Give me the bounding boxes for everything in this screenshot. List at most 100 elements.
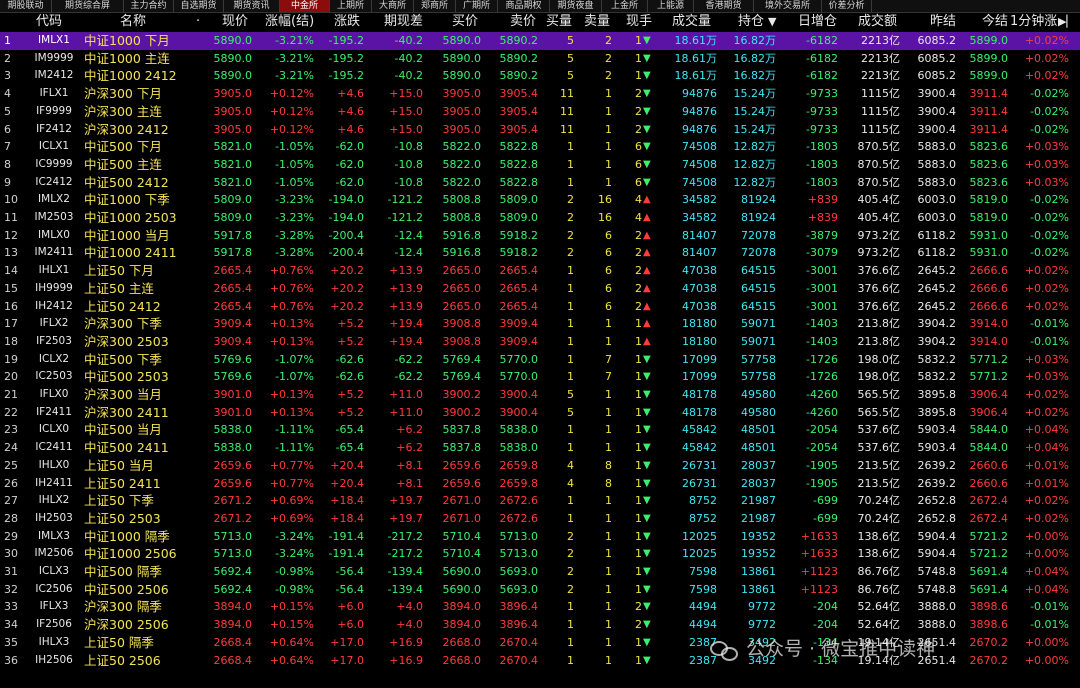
table-row[interactable]: 28 IH2503 上证50 2503 2671.2 +0.69% +18.4 +19.7 2… — [0, 510, 1080, 528]
header-code[interactable]: 代码 — [36, 13, 80, 31]
tab-2[interactable]: 主力合约 — [124, 0, 174, 12]
table-row[interactable]: 27 IHLX2 上证50 下季 2671.2 +0.69% +18.4 +19.7 2671… — [0, 492, 1080, 510]
table-row[interactable]: 22 IF2411 沪深300 2411 3901.0 +0.13% +5.2 +11.0 3… — [0, 404, 1080, 422]
tab-0[interactable]: 期股联动 — [0, 0, 52, 12]
header-pct[interactable]: 涨幅(结) — [265, 13, 317, 31]
cell-av: 16 — [598, 211, 612, 224]
tab-3[interactable]: 自选期货 — [174, 0, 224, 12]
table-row[interactable]: 13 IM2411 中证1000 2411 5917.8 -3.28% -200.4 -12… — [0, 244, 1080, 262]
table-row[interactable]: 6 IF2412 沪深300 2412 3905.0 +0.12% +4.6 +15.0 39… — [0, 121, 1080, 139]
cell-amt: 1115亿 — [861, 122, 900, 136]
header-chg[interactable]: 涨跌 — [334, 13, 366, 31]
table-row[interactable]: 17 IFLX2 沪深300 下季 3909.4 +0.13% +5.2 +19.4 3908… — [0, 315, 1080, 333]
table-row[interactable]: 26 IH2411 上证50 2411 2659.6 +0.77% +20.4 +8.1 26… — [0, 475, 1080, 493]
cell-oi: 12.82万 — [733, 157, 777, 171]
tab-1[interactable]: 期货综合屏 — [52, 0, 124, 12]
cell-m1: +0.01% — [1024, 458, 1069, 472]
header-ask[interactable]: 卖价 — [510, 13, 542, 31]
contract-code: IH2411 — [35, 476, 73, 489]
contract-code: IFLX1 — [39, 87, 69, 100]
cell-m1: +0.04% — [1024, 582, 1069, 596]
header-oichg[interactable]: 日增仓 — [798, 13, 840, 31]
table-row[interactable]: 8 IC9999 中证500 主连 5821.0 -1.05% -62.0 -10.8 582… — [0, 156, 1080, 174]
header-bidvol[interactable]: 买量 — [546, 13, 576, 31]
table-row[interactable]: 2 IM9999 中证1000 主连 5890.0 -3.21% -195.2 -40.2 5… — [0, 50, 1080, 68]
header-price[interactable]: 现价 — [222, 13, 256, 31]
cell-bid: 2659.6 — [442, 458, 482, 472]
cell-amt: 565.5亿 — [857, 405, 901, 419]
sort-desc-icon[interactable]: ▼ — [768, 13, 780, 31]
cell-price: 3905.0 — [213, 104, 253, 118]
table-row[interactable]: 3 IM2412 中证1000 2412 5890.0 -3.21% -195.2 -40.… — [0, 67, 1080, 85]
header-min1[interactable]: 1分钟涨 — [1010, 13, 1058, 31]
header-last[interactable]: 现手 — [626, 13, 656, 31]
table-row[interactable]: 33 IFLX3 沪深300 隔季 3894.0 +0.15% +6.0 +4.0 3894.… — [0, 598, 1080, 616]
header-prev[interactable]: 昨结 — [930, 13, 960, 31]
table-row[interactable]: 14 IHLX1 上证50 下月 2665.4 +0.76% +20.2 +13.9 2665… — [0, 262, 1080, 280]
tab-10[interactable]: 商品期权 — [498, 0, 550, 12]
header-askvol[interactable]: 卖量 — [584, 13, 614, 31]
cell-pct: +0.13% — [269, 405, 314, 419]
tab-16[interactable]: 价差分析 — [822, 0, 872, 12]
tab-5[interactable]: 中金所 — [280, 0, 330, 12]
tab-7[interactable]: 大商所 — [372, 0, 414, 12]
tab-12[interactable]: 上金所 — [602, 0, 648, 12]
table-row[interactable]: 18 IF2503 沪深300 2503 3909.4 +0.13% +5.2 +19.4 3… — [0, 333, 1080, 351]
table-row[interactable]: 4 IFLX1 沪深300 下月 3905.0 +0.12% +4.6 +15.0 3905.… — [0, 85, 1080, 103]
table-row[interactable]: 16 IH2412 上证50 2412 2665.4 +0.76% +20.2 +13.9 2… — [0, 298, 1080, 316]
cell-chg: +20.2 — [330, 281, 364, 295]
tab-15[interactable]: 境外交易所 — [754, 0, 822, 12]
table-row[interactable]: 10 IMLX2 中证1000 下季 5809.0 -3.23% -194.0 -121.2… — [0, 191, 1080, 209]
arrow-down-icon: ▼ — [643, 52, 651, 64]
cell-basis: +11.0 — [389, 388, 423, 401]
header-bid[interactable]: 买价 — [452, 13, 484, 31]
cell-ask: 5890.2 — [499, 51, 539, 65]
cell-bv: 1 — [567, 635, 574, 649]
cell-bid: 2665.0 — [442, 299, 482, 313]
header-basis[interactable]: 期现差 — [384, 13, 426, 31]
header-name[interactable]: 名称 — [120, 13, 160, 31]
expand-icon[interactable]: ▶▏ — [1058, 13, 1076, 31]
tab-13[interactable]: 上能源 — [648, 0, 694, 12]
header-amt[interactable]: 成交额 — [858, 13, 900, 31]
table-row[interactable]: 15 IH9999 上证50 主连 2665.4 +0.76% +20.2 +13.9 266… — [0, 280, 1080, 298]
table-row[interactable]: 31 ICLX3 中证500 隔季 5692.4 -0.98% -56.4 -139.4 56… — [0, 563, 1080, 581]
cell-oi: 13861 — [741, 582, 776, 596]
table-row[interactable]: 1 IMLX1 中证1000 下月 5890.0 -3.21% -195.2 -40.2 58… — [0, 32, 1080, 50]
table-row[interactable]: 23 ICLX0 中证500 当月 5838.0 -1.11% -65.4 +6.2 5837… — [0, 421, 1080, 439]
table-row[interactable]: 24 IC2411 中证500 2411 5838.0 -1.11% -65.4 +6.2 5… — [0, 439, 1080, 457]
cell-oi: 57758 — [741, 352, 776, 366]
tab-9[interactable]: 广期所 — [456, 0, 498, 12]
tab-14[interactable]: 香港期货 — [694, 0, 754, 12]
cell-vol: 48178 — [682, 405, 717, 419]
table-row[interactable]: 21 IFLX0 沪深300 当月 3901.0 +0.13% +5.2 +11.0 3900… — [0, 386, 1080, 404]
tab-11[interactable]: 期货夜盘 — [550, 0, 602, 12]
header-dot[interactable]: · — [196, 13, 206, 31]
cell-vol: 94876 — [682, 87, 717, 101]
table-row[interactable]: 30 IM2506 中证1000 2506 5713.0 -3.24% -191.4 -21… — [0, 545, 1080, 563]
table-row[interactable]: 29 IMLX3 中证1000 隔季 5713.0 -3.24% -191.4 -217.2… — [0, 528, 1080, 546]
table-row[interactable]: 12 IMLX0 中证1000 当月 5917.8 -3.28% -200.4 -12.4 5… — [0, 227, 1080, 245]
contract-code: IH2503 — [35, 511, 73, 524]
table-row[interactable]: 20 IC2503 中证500 2503 5769.6 -1.07% -62.6 -62.2… — [0, 368, 1080, 386]
table-row[interactable]: 32 IC2506 中证500 2506 5692.4 -0.98% -56.4 -139.… — [0, 581, 1080, 599]
tab-6[interactable]: 上期所 — [330, 0, 372, 12]
table-row[interactable]: 34 IF2506 沪深300 2506 3894.0 +0.15% +6.0 +4.0 38… — [0, 616, 1080, 634]
contract-name: 沪深300 下季 — [84, 316, 162, 332]
header-oi[interactable]: 持仓 — [738, 13, 768, 31]
tab-4[interactable]: 期货资讯 — [224, 0, 280, 12]
table-row[interactable]: 9 IC2412 中证500 2412 5821.0 -1.05% -62.0 -10.8 5… — [0, 174, 1080, 192]
table-row[interactable]: 19 ICLX2 中证500 下季 5769.6 -1.07% -62.6 -62.2 576… — [0, 351, 1080, 369]
table-row[interactable]: 25 IHLX0 上证50 当月 2659.6 +0.77% +20.4 +8.1 2659.… — [0, 457, 1080, 475]
cell-vol: 26731 — [682, 458, 717, 472]
cell-chg: +4.6 — [337, 87, 364, 101]
tab-8[interactable]: 郑商所 — [414, 0, 456, 12]
cell-av: 1 — [605, 511, 612, 525]
header-vol[interactable]: 成交量 — [672, 13, 716, 31]
table-row[interactable]: 11 IM2503 中证1000 2503 5809.0 -3.23% -194.0 -12… — [0, 209, 1080, 227]
table-row[interactable]: 5 IF9999 沪深300 主连 3905.0 +0.12% +4.6 +15.0 3905… — [0, 103, 1080, 121]
header-today[interactable]: 今结 — [982, 13, 1012, 31]
cell-ask: 3900.4 — [499, 388, 539, 401]
table-row[interactable]: 7 ICLX1 中证500 下月 5821.0 -1.05% -62.0 -10.8 5822… — [0, 138, 1080, 156]
cell-lh: 1 — [635, 352, 642, 366]
